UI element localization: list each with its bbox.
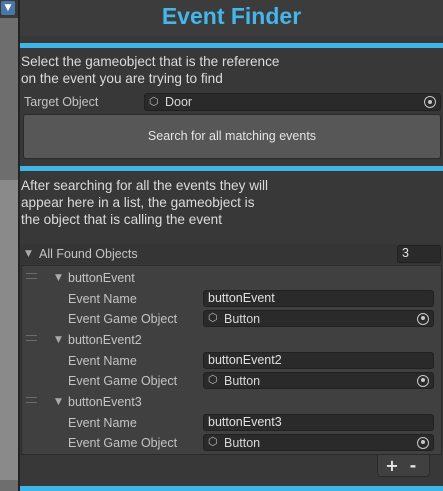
add-item-button[interactable]: + (384, 456, 400, 476)
triangle-down-icon[interactable]: ▼ (25, 249, 32, 259)
instruction-text: After searching for all the events they … (21, 178, 269, 193)
instruction-text: appear here in a list, the gameobject is (21, 195, 255, 210)
accent-separator (20, 43, 443, 48)
page-title: Event Finder (161, 3, 302, 29)
cube-icon: ⬡ (208, 374, 218, 386)
event-game-object-field[interactable]: ⬡ Button (203, 310, 434, 327)
triangle-down-icon[interactable]: ▼ (55, 335, 62, 345)
event-game-object-field[interactable]: ⬡ Button (203, 434, 434, 451)
object-picker-icon[interactable] (417, 374, 429, 387)
event-name-label: Event Name (68, 292, 137, 306)
event-game-object-label: Event Game Object (68, 374, 178, 388)
cube-icon: ⬡ (208, 312, 218, 324)
event-game-object-label: Event Game Object (68, 312, 178, 326)
event-game-object-value: Button (224, 311, 261, 326)
object-picker-icon[interactable] (424, 96, 436, 108)
drag-handle-icon[interactable] (26, 335, 37, 341)
event-name-label: Event Name (68, 354, 137, 368)
accent-separator (20, 486, 443, 491)
event-name-field[interactable]: buttonEvent (203, 290, 434, 307)
search-button[interactable]: Search for all matching events (23, 114, 441, 159)
event-name-field[interactable]: buttonEvent3 (203, 414, 434, 431)
list-count-field[interactable]: 3 (397, 245, 441, 263)
event-game-object-label: Event Game Object (68, 436, 178, 450)
target-object-label: Target Object (24, 95, 99, 109)
target-object-field[interactable]: ⬡ Door (144, 93, 441, 111)
dropdown-arrow-icon[interactable]: ▼ (1, 1, 15, 15)
instruction-text: Select the gameobject that is the refere… (21, 54, 280, 69)
list-item-title: buttonEvent (68, 271, 135, 285)
event-game-object-value: Button (224, 373, 261, 388)
target-object-value: Door (165, 95, 193, 109)
cube-icon: ⬡ (149, 95, 159, 108)
object-picker-icon[interactable] (417, 436, 429, 449)
accent-separator (20, 166, 443, 171)
scene-view-strip-floor (0, 180, 18, 480)
list-title: All Found Objects (39, 247, 138, 261)
instruction-text: the object that is calling the event (21, 212, 223, 227)
object-picker-icon[interactable] (417, 312, 429, 325)
list-item-title: buttonEvent3 (68, 395, 142, 409)
event-name-label: Event Name (68, 416, 137, 430)
drag-handle-icon[interactable] (26, 397, 37, 403)
triangle-down-icon[interactable]: ▼ (55, 397, 62, 407)
event-game-object-field[interactable]: ⬡ Button (203, 372, 434, 389)
remove-item-button[interactable]: - (405, 456, 421, 476)
triangle-down-icon[interactable]: ▼ (55, 273, 62, 283)
event-name-field[interactable]: buttonEvent2 (203, 352, 434, 369)
event-game-object-value: Button (224, 435, 261, 450)
cube-icon: ⬡ (208, 436, 218, 448)
drag-handle-icon[interactable] (26, 273, 37, 279)
list-item-title: buttonEvent2 (68, 333, 142, 347)
instruction-text: on the event you are trying to find (21, 71, 223, 86)
